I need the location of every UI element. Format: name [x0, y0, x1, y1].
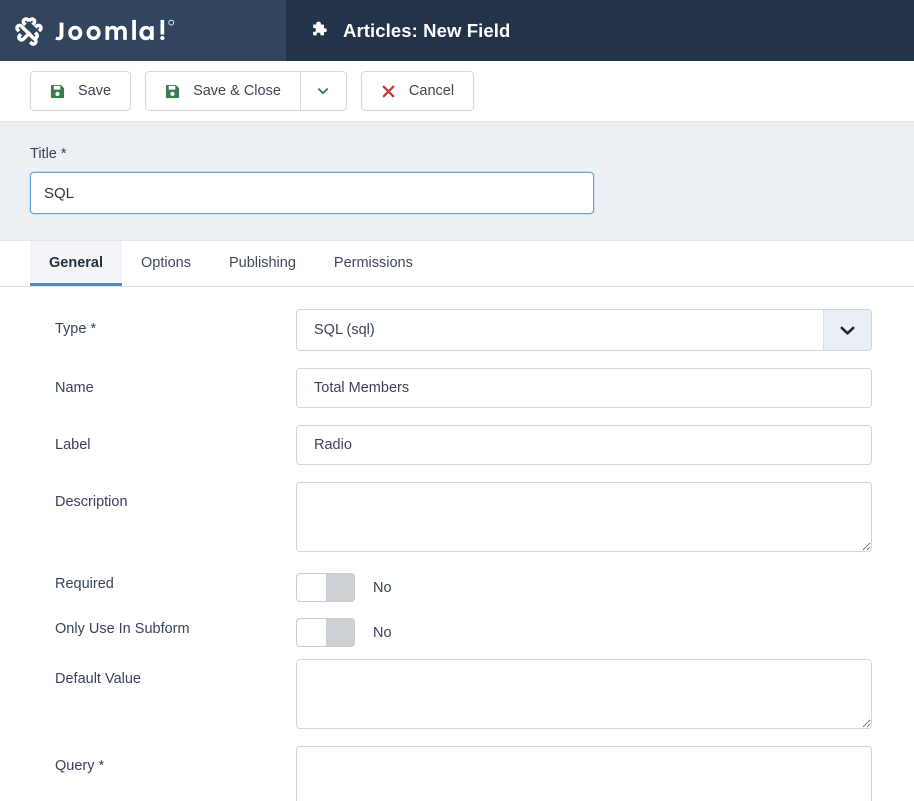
form-row-only-use-in-subform: Only Use In Subform No [55, 614, 870, 647]
title-field-label: Title * [30, 146, 884, 162]
only-use-in-subform-field-label: Only Use In Subform [55, 621, 190, 637]
type-label-text: Type [55, 321, 87, 337]
general-tab-panel: Type * SQL (sql) Name Label [0, 287, 914, 801]
type-select[interactable]: SQL (sql) [296, 309, 872, 351]
only-use-in-subform-toggle[interactable] [296, 618, 355, 647]
page-title-area: Articles: New Field [286, 0, 914, 61]
name-input[interactable] [296, 368, 872, 408]
name-field-label: Name [55, 380, 94, 396]
required-toggle-state: No [373, 579, 392, 596]
required-toggle-knob [297, 574, 326, 601]
title-field-block: Title * [0, 122, 914, 241]
save-options-dropdown-toggle[interactable] [299, 72, 346, 110]
query-required-marker: * [98, 758, 105, 774]
only-use-in-subform-toggle-track [325, 619, 354, 646]
toolbar: Save Save & Close Cancel [0, 61, 914, 122]
type-required-marker: * [90, 321, 97, 337]
label-field-label: Label [55, 437, 91, 453]
title-label-text: Title [30, 146, 57, 162]
title-required-marker: * [60, 146, 67, 162]
puzzle-piece-icon [313, 21, 327, 36]
floppy-disk-icon [50, 84, 65, 98]
only-use-in-subform-toggle-state: No [373, 624, 392, 641]
save-and-close-button[interactable]: Save & Close [146, 72, 300, 110]
required-toggle[interactable] [296, 573, 355, 602]
only-use-in-subform-toggle-knob [297, 619, 326, 646]
type-select-value: SQL (sql) [314, 322, 375, 338]
app-header: Articles: New Field [0, 0, 914, 61]
save-and-close-label: Save & Close [193, 83, 281, 99]
label-input[interactable] [296, 425, 872, 465]
chevron-down-icon [318, 88, 329, 95]
cancel-button-label: Cancel [408, 83, 455, 99]
close-x-icon [382, 85, 395, 97]
form-row-name: Name [55, 368, 872, 408]
description-textarea[interactable] [296, 482, 872, 552]
title-input[interactable] [30, 172, 594, 214]
form-row-required: Required No [55, 569, 870, 602]
cancel-button[interactable]: Cancel [360, 71, 475, 111]
form-row-type: Type * SQL (sql) [55, 309, 872, 351]
tab-permissions[interactable]: Permissions [315, 241, 432, 286]
tab-bar: General Options Publishing Permissions [0, 241, 914, 287]
save-button-label: Save [78, 83, 112, 99]
tab-options[interactable]: Options [122, 241, 210, 286]
type-select-arrow[interactable] [823, 310, 871, 350]
form-row-label: Label [55, 425, 872, 465]
query-textarea[interactable] [296, 746, 872, 801]
query-field-label: Query * [55, 746, 296, 776]
required-toggle-track [325, 574, 354, 601]
type-field-label: Type * [55, 309, 296, 339]
default-value-textarea[interactable] [296, 659, 872, 729]
joomla-logo[interactable] [12, 14, 177, 48]
form-row-default-value: Default Value [55, 659, 872, 729]
form-row-query: Query * [55, 746, 872, 801]
chevron-down-icon [840, 326, 855, 335]
joomla-mark-icon [15, 16, 43, 46]
floppy-disk-icon [166, 84, 180, 98]
save-close-button-group: Save & Close [145, 71, 347, 111]
description-field-label: Description [55, 494, 128, 510]
page-title: Articles: New Field [343, 19, 511, 41]
brand-area[interactable] [0, 0, 286, 61]
save-button[interactable]: Save [30, 71, 132, 111]
default-value-field-label: Default Value [55, 671, 141, 687]
query-label-text: Query [55, 758, 95, 774]
joomla-wordmark [55, 19, 175, 40]
form-row-description: Description [55, 482, 872, 552]
tab-general[interactable]: General [30, 241, 122, 286]
tab-publishing[interactable]: Publishing [210, 241, 315, 286]
required-field-label: Required [55, 576, 114, 592]
